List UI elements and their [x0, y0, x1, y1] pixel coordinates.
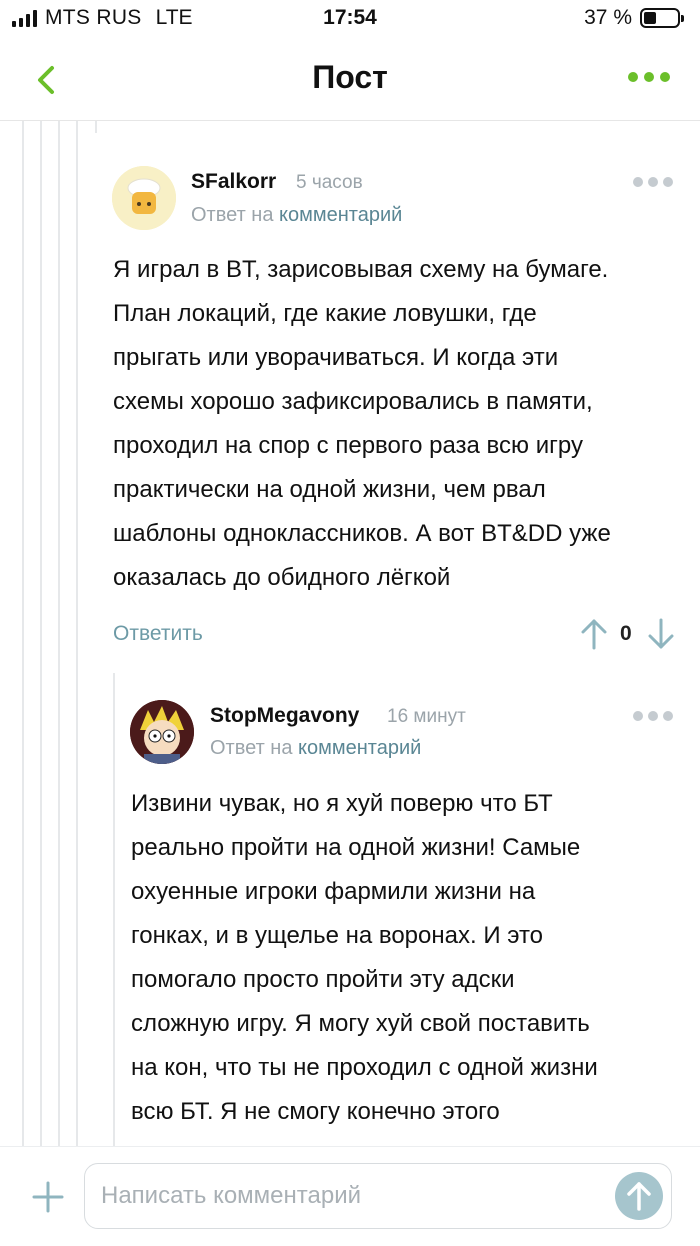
battery-icon [640, 8, 684, 28]
reply-to-prefix: Ответ на [191, 204, 274, 226]
username[interactable]: StopMegavony [210, 704, 359, 728]
avatar[interactable] [112, 166, 176, 230]
comment-input[interactable]: Написать комментарий [84, 1163, 672, 1229]
reply-to-link[interactable]: комментарий [279, 204, 402, 226]
page-title: Пост [312, 59, 388, 95]
status-right: 37 % [584, 6, 684, 30]
arrow-up-icon[interactable] [580, 618, 608, 655]
comment-composer: Написать комментарий [0, 1146, 700, 1246]
avatar[interactable] [130, 700, 194, 764]
status-bar: MTS RUS LTE 17:54 37 % [0, 0, 700, 40]
thread-line [95, 121, 97, 133]
thread-line [40, 121, 42, 1146]
arrow-down-icon[interactable] [647, 618, 675, 655]
comment-text: Извини чувак, но я хуй поверю что БТ реа… [131, 790, 598, 1125]
comment-time: 5 часов [296, 172, 363, 193]
send-arrow-up-icon[interactable] [615, 1172, 663, 1220]
thread-line [58, 121, 60, 1146]
plus-icon[interactable] [30, 1179, 66, 1215]
comment-text: Я играл в BT, зарисовывая схему на бумаг… [113, 256, 611, 591]
reply-to-prefix: Ответ на [210, 737, 293, 759]
thread-line [76, 121, 78, 1146]
thread-line [22, 121, 24, 1146]
reply-button[interactable]: Ответить [113, 622, 203, 646]
reply-to: Ответ на комментарий [210, 737, 421, 760]
more-dots-icon[interactable] [628, 72, 670, 82]
reply-to: Ответ на комментарий [191, 204, 402, 227]
battery-percent: 37 % [584, 6, 632, 29]
vote-score: 0 [620, 622, 632, 645]
comment-time: 16 минут [387, 706, 466, 727]
nav-bar: Пост [0, 40, 700, 121]
thread-line [113, 673, 115, 1146]
comment-input-placeholder: Написать комментарий [101, 1182, 362, 1209]
more-dots-icon[interactable] [633, 711, 673, 721]
more-dots-icon[interactable] [633, 177, 673, 187]
reply-to-link[interactable]: комментарий [298, 737, 421, 759]
username[interactable]: SFalkorr [191, 170, 276, 194]
